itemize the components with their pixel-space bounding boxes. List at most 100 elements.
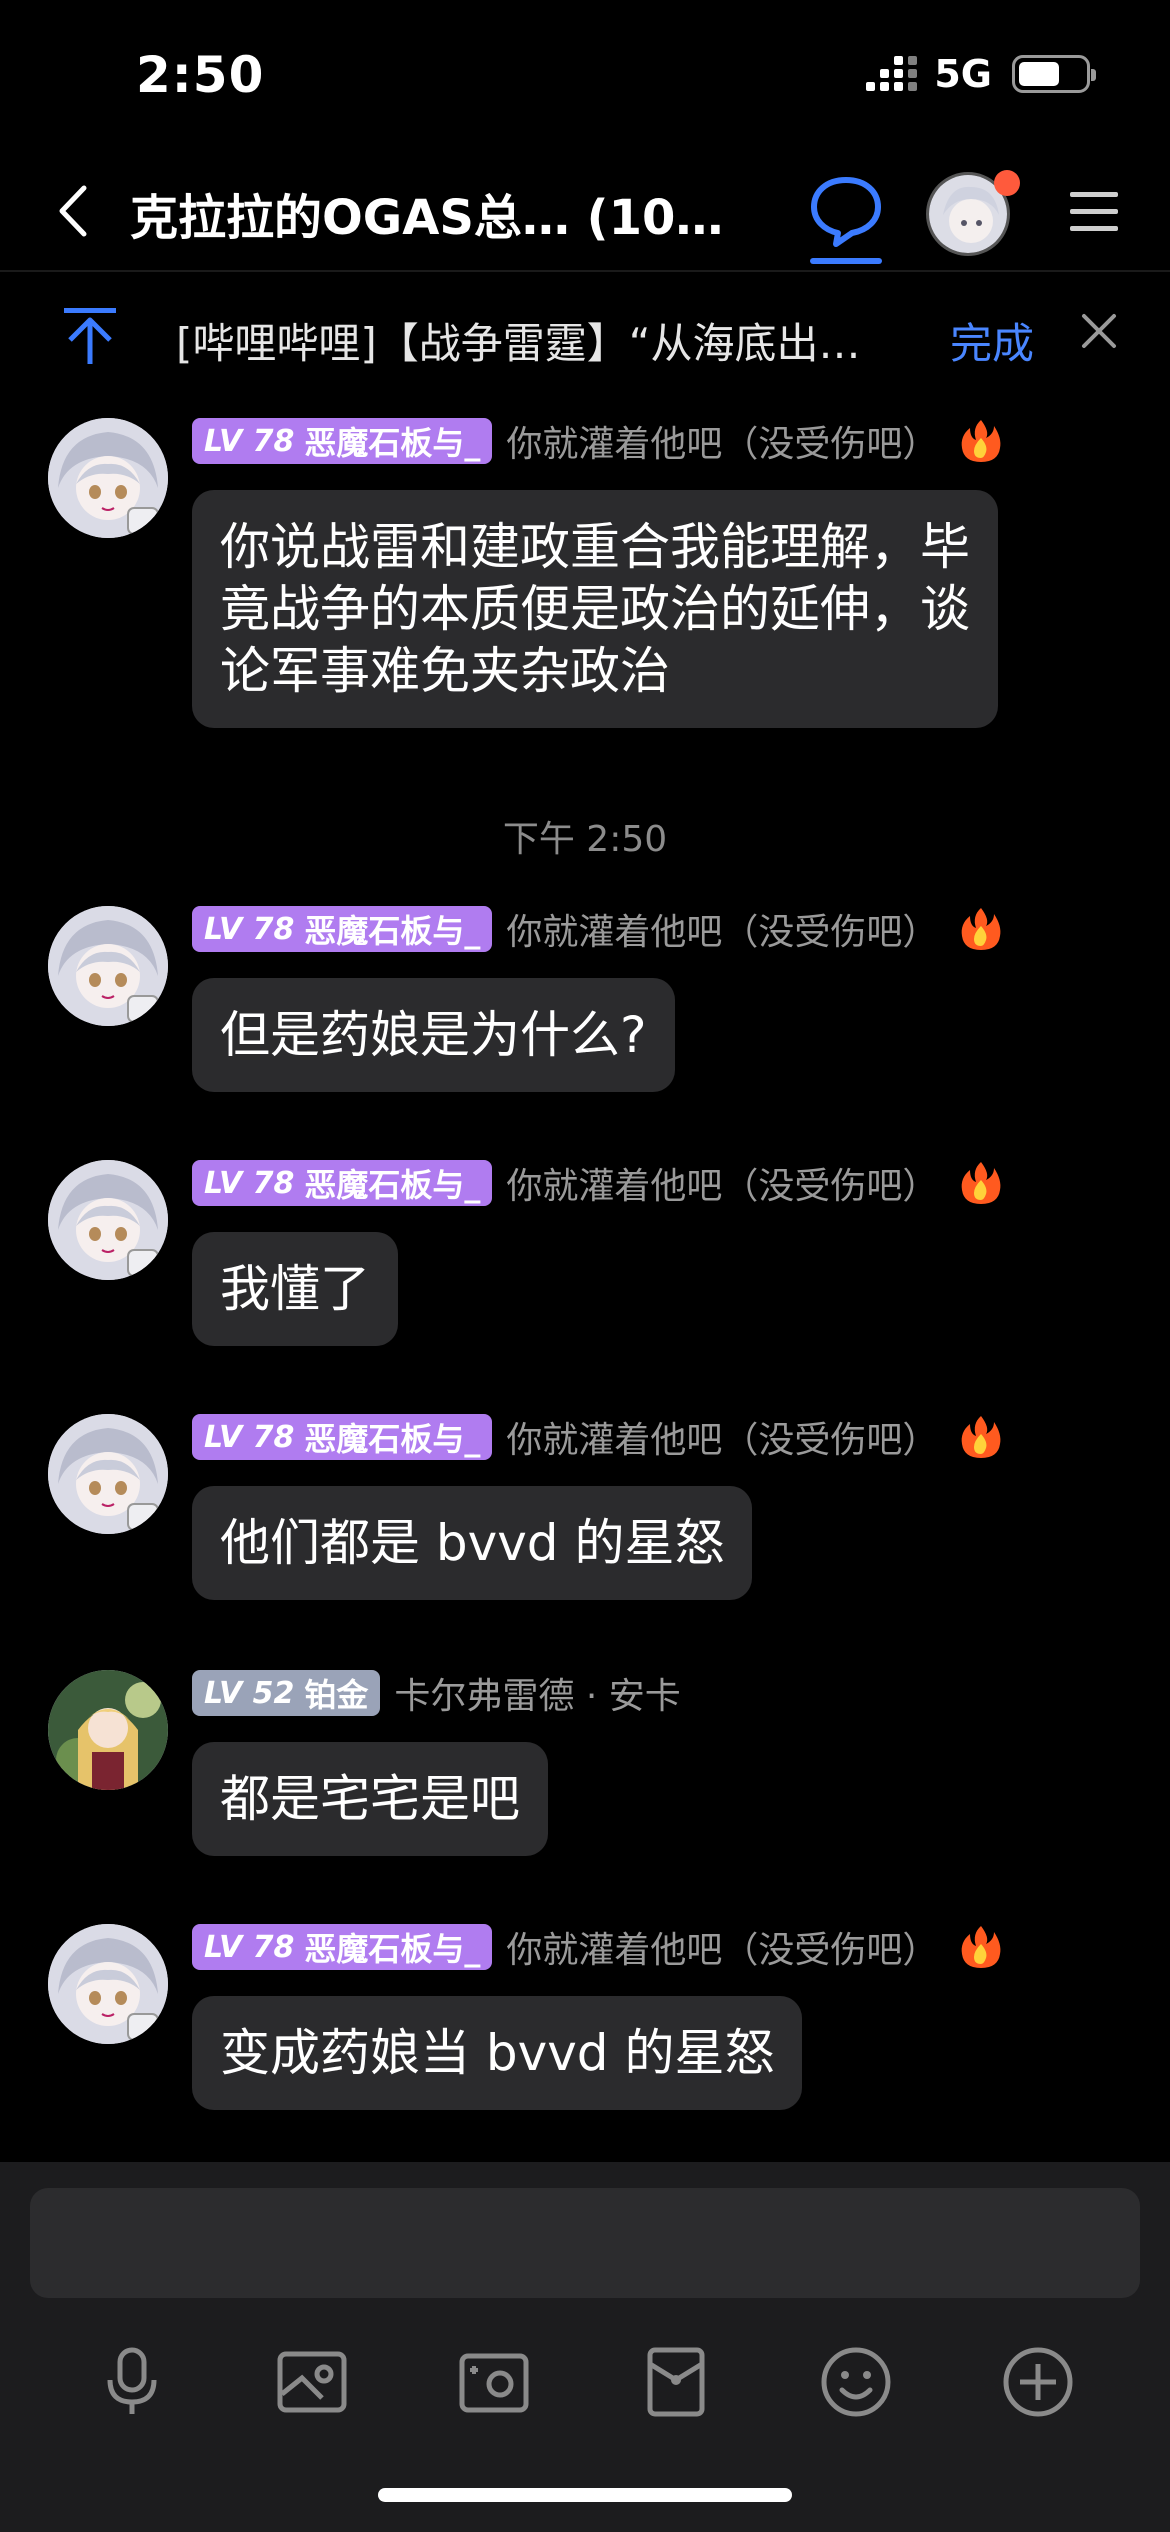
message-bubble[interactable]: 都是宅宅是吧 — [192, 1742, 548, 1856]
message-text-line: 你说战雷和建政重合我能理解，毕 — [220, 518, 970, 576]
sender-avatar[interactable] — [48, 1924, 168, 2044]
sender-name[interactable]: 你就灌着他吧（没受伤吧） — [506, 1411, 938, 1463]
network-label: 5G — [934, 52, 992, 96]
pin-top-icon — [56, 302, 124, 370]
anime-girl-silver-icon — [48, 906, 168, 1026]
red-packet-button[interactable] — [636, 2342, 716, 2422]
message-meta: LV 78 恶魔石板与_ 你就灌着他吧（没受伤吧） — [192, 1921, 1002, 1973]
anime-girl-silver-icon — [48, 1414, 168, 1534]
group-title[interactable]: 克拉拉的OGAS总… (1030) — [130, 178, 750, 248]
badge-title: 恶魔石板与_ — [304, 1420, 481, 1458]
home-indicator — [378, 2488, 792, 2502]
camera-button[interactable] — [454, 2342, 534, 2422]
level-number: LV 78 — [204, 1929, 295, 1965]
sender-avatar[interactable] — [48, 906, 168, 1026]
message-bubble[interactable]: 他们都是 bvvd 的星怒 — [192, 1486, 753, 1600]
nav-bar: 克拉拉的OGAS总… (1030) — [0, 150, 1170, 272]
anime-girl-silver-icon — [48, 1924, 168, 2044]
message-bubble[interactable]: 我懂了 — [192, 1232, 398, 1346]
microphone-icon — [107, 2347, 157, 2414]
plus-button[interactable] — [998, 2342, 1078, 2422]
camera-icon — [459, 2353, 529, 2413]
sender-name[interactable]: 你就灌着他吧（没受伤吧） — [506, 1157, 938, 1209]
anime-girl-silver-icon — [48, 418, 168, 538]
plus-icon — [1003, 2347, 1073, 2417]
message-bubble[interactable]: 变成药娘当 bvvd 的星怒 — [192, 1996, 803, 2110]
sender-name[interactable]: 卡尔弗雷德 · 安卡 — [394, 1667, 680, 1719]
badge-title: 恶魔石板与_ — [304, 424, 481, 462]
level-number: LV 78 — [204, 911, 295, 947]
status-time: 2:50 — [136, 46, 265, 104]
badge-title: 铂金 — [304, 1676, 369, 1714]
image-button[interactable] — [272, 2342, 352, 2422]
anime-girl-silver-icon — [48, 1160, 168, 1280]
menu-button[interactable] — [1066, 184, 1122, 240]
level-badge[interactable]: LV 78 恶魔石板与_ — [192, 418, 493, 464]
message-text-line: 但是药娘是为什么? — [220, 1006, 647, 1064]
level-badge[interactable]: LV 78 恶魔石板与_ — [192, 1160, 493, 1206]
input-area — [0, 2162, 1170, 2532]
message-input[interactable] — [30, 2188, 1140, 2298]
chat-tab[interactable] — [806, 174, 886, 248]
badge-title: 恶魔石板与_ — [304, 1930, 481, 1968]
message-text-line: 都是宅宅是吧 — [220, 1770, 520, 1828]
red-packet-icon — [647, 2347, 705, 2417]
notification-dot — [994, 170, 1020, 196]
battery-level — [1019, 62, 1059, 86]
active-tab-indicator — [810, 258, 882, 264]
message-meta: LV 78 恶魔石板与_ 你就灌着他吧（没受伤吧） — [192, 1157, 1002, 1209]
message-text-line: 竟战争的本质便是政治的延伸，谈 — [220, 580, 970, 638]
message-bubble[interactable]: 但是药娘是为什么? — [192, 978, 675, 1092]
message-meta: LV 78 恶魔石板与_ 你就灌着他吧（没受伤吧） — [192, 415, 1002, 467]
message-meta: LV 52 铂金 卡尔弗雷德 · 安卡 — [192, 1667, 681, 1719]
emoji-button[interactable] — [816, 2342, 896, 2422]
sender-avatar[interactable] — [48, 1670, 168, 1790]
message-bubble[interactable]: 你说战雷和建政重合我能理解，毕 竟战争的本质便是政治的延伸，谈 论军事难免夹杂政治 — [192, 490, 998, 728]
close-button[interactable] — [1078, 310, 1120, 352]
badge-title: 恶魔石板与_ — [304, 912, 481, 950]
sender-avatar[interactable] — [48, 1414, 168, 1534]
microphone-button[interactable] — [92, 2342, 172, 2422]
status-bar: 2:50 5G — [0, 0, 1170, 150]
level-number: LV 78 — [204, 423, 295, 459]
sender-name[interactable]: 你就灌着他吧（没受伤吧） — [506, 903, 938, 955]
emoji-icon — [821, 2347, 891, 2417]
level-number: LV 52 — [204, 1675, 295, 1711]
hamburger-menu-icon — [1070, 192, 1118, 231]
chat-bubble-icon — [811, 177, 881, 247]
sender-avatar[interactable] — [48, 1160, 168, 1280]
level-badge[interactable]: LV 78 恶魔石板与_ — [192, 906, 493, 952]
done-button[interactable]: 完成 — [950, 310, 1034, 371]
level-badge[interactable]: LV 52 铂金 — [192, 1670, 381, 1716]
signal-icon — [866, 54, 918, 94]
fire-icon — [960, 1414, 1002, 1460]
message-text-line: 我懂了 — [220, 1260, 370, 1318]
sender-name[interactable]: 你就灌着他吧（没受伤吧） — [506, 1921, 938, 1973]
battery-icon — [1012, 55, 1096, 93]
chevron-left-icon — [59, 185, 87, 237]
time-separator: 下午 2:50 — [502, 819, 668, 860]
status-indicators: 5G — [866, 52, 1096, 96]
message-text-line: 变成药娘当 bvvd 的星怒 — [220, 2024, 775, 2082]
message-meta: LV 78 恶魔石板与_ 你就灌着他吧（没受伤吧） — [192, 1411, 1002, 1463]
message-meta: LV 78 恶魔石板与_ 你就灌着他吧（没受伤吧） — [192, 903, 1002, 955]
badge-title: 恶魔石板与_ — [304, 1166, 481, 1204]
pinned-message-banner[interactable]: [哔哩哔哩]【战争雷霆】“从海底出… 完成 — [0, 274, 1170, 400]
message-text-line: 他们都是 bvvd 的星怒 — [220, 1514, 725, 1572]
close-icon — [1082, 314, 1116, 348]
fire-icon — [960, 906, 1002, 952]
sender-avatar[interactable] — [48, 418, 168, 538]
level-badge[interactable]: LV 78 恶魔石板与_ — [192, 1924, 493, 1970]
fire-icon — [960, 1160, 1002, 1206]
level-number: LV 78 — [204, 1419, 295, 1455]
level-number: LV 78 — [204, 1165, 295, 1201]
back-button[interactable] — [40, 176, 110, 246]
message-text-line: 论军事难免夹杂政治 — [220, 642, 670, 700]
level-badge[interactable]: LV 78 恶魔石板与_ — [192, 1414, 493, 1460]
fire-icon — [960, 1924, 1002, 1970]
pinned-text[interactable]: [哔哩哔哩]【战争雷霆】“从海底出… — [176, 310, 876, 371]
anime-girl-blonde-icon — [48, 1670, 168, 1790]
image-icon — [277, 2351, 347, 2413]
sender-name[interactable]: 你就灌着他吧（没受伤吧） — [506, 415, 938, 467]
fire-icon — [960, 418, 1002, 464]
